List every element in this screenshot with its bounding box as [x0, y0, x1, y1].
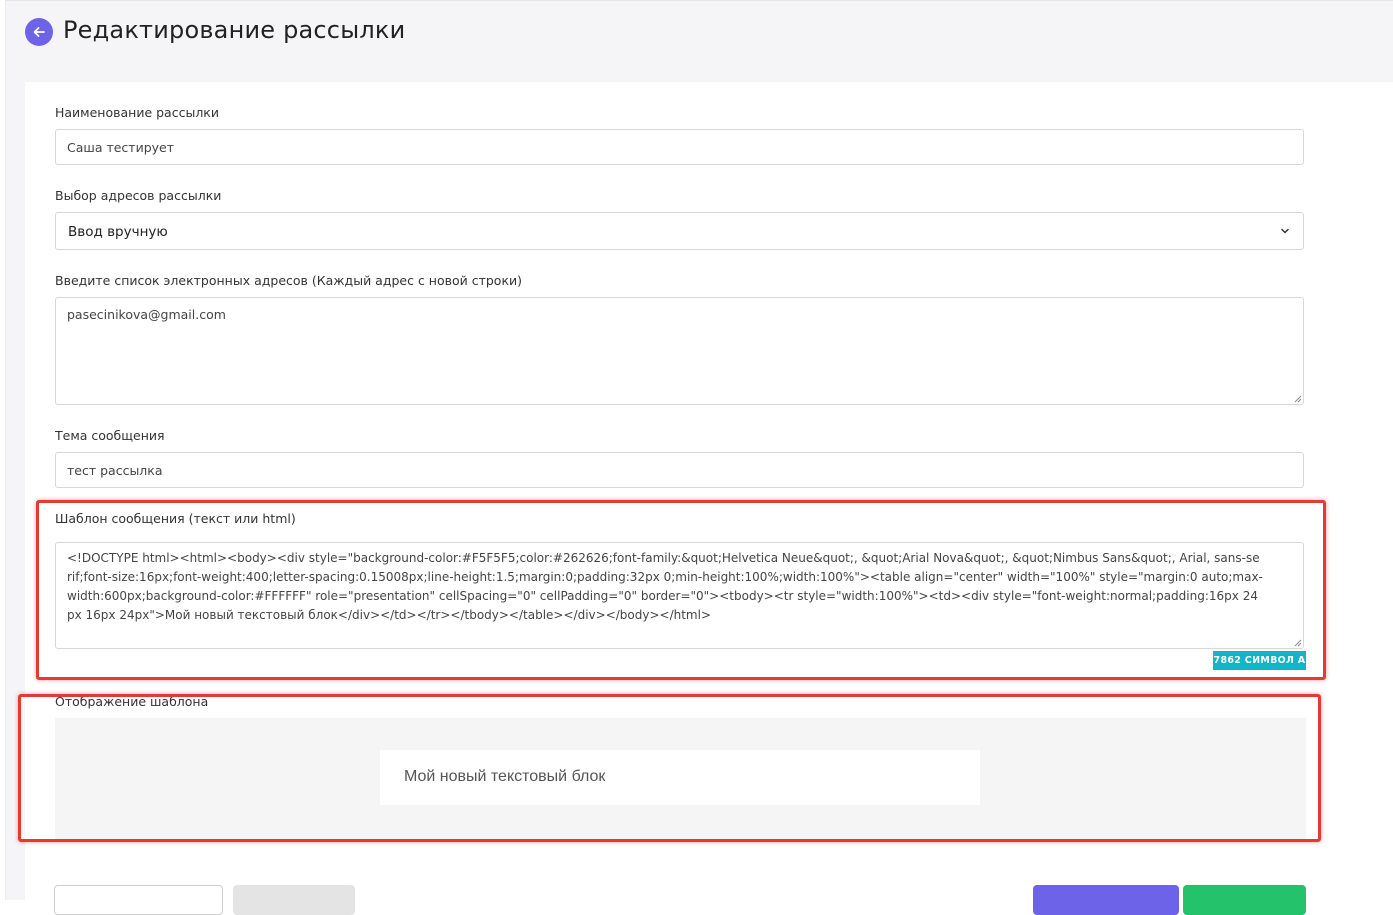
emails-textarea[interactable]: pasecinikova@gmail.com: [55, 297, 1304, 405]
top-divider: [5, 0, 1393, 1]
address-source-value: Ввод вручную: [68, 224, 168, 240]
address-source-label: Выбор адресов рассылки: [55, 188, 222, 203]
emails-textarea-value: pasecinikova@gmail.com: [67, 307, 226, 322]
name-input-value: Саша тестирует: [67, 140, 175, 155]
name-label: Наименование рассылки: [55, 105, 219, 120]
secondary-button[interactable]: [54, 885, 223, 915]
highlight-preview-box: [18, 694, 1321, 842]
address-source-select[interactable]: Ввод вручную: [55, 212, 1304, 250]
subject-input[interactable]: тест рассылка: [55, 452, 1304, 488]
arrow-left-icon: [33, 27, 45, 37]
emails-label: Введите список электронных адресов (Кажд…: [55, 273, 523, 288]
resize-handle-icon[interactable]: [1293, 394, 1302, 403]
highlight-template-box: [36, 500, 1326, 680]
primary-action-button[interactable]: [1033, 885, 1179, 915]
subject-label: Тема сообщения: [55, 428, 165, 443]
save-button[interactable]: [1183, 885, 1306, 915]
page-title: Редактирование рассылки: [63, 16, 406, 44]
cancel-button[interactable]: [233, 885, 355, 915]
name-input[interactable]: Саша тестирует: [55, 129, 1304, 165]
subject-input-value: тест рассылка: [67, 463, 163, 478]
back-button[interactable]: [25, 18, 53, 46]
chevron-down-icon: [1281, 228, 1289, 234]
